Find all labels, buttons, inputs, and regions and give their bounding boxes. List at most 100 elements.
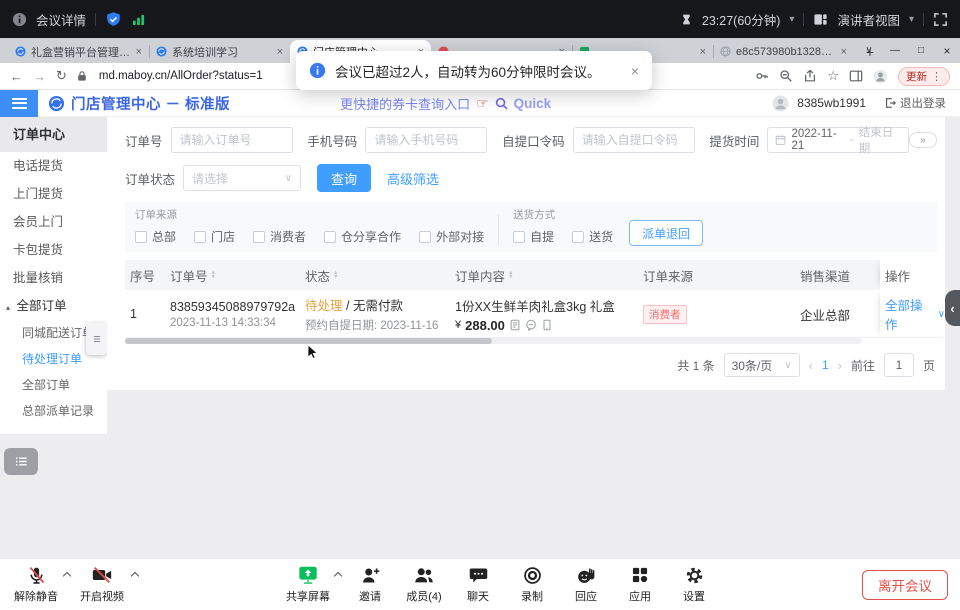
checkbox-source-external[interactable]: 外部对接 [419,228,484,245]
sidebar-item-door-pickup[interactable]: 上门提货 [0,180,107,208]
start-video-button[interactable]: 开启视频 [72,559,132,610]
sidebar-item-card-pickup[interactable]: 卡包提货 [0,236,107,264]
reactions-button[interactable]: 回应 [559,559,613,610]
end-date-placeholder[interactable]: 结束日期 [859,124,901,156]
share-screen-button[interactable]: 共享屏幕 [281,559,335,610]
phone-icon[interactable] [541,319,553,331]
sidebar-item-batch-verify[interactable]: 批量核销 [0,264,107,292]
floating-list-button[interactable] [4,448,38,475]
window-close-icon[interactable]: × [934,44,960,58]
chat-button[interactable]: 聊天 [451,559,505,610]
horizontal-scrollbar[interactable] [125,338,862,344]
hamburger-menu-icon[interactable] [0,90,38,117]
col-status[interactable]: 状态 ▲▼ [300,266,450,285]
chrome-update-button[interactable]: 更新 ⋮ [898,67,950,86]
tab-close-icon[interactable]: × [277,46,283,58]
apps-button[interactable]: 应用 [613,559,667,610]
date-range-picker[interactable]: 2022-11-21 - 结束日期 [767,127,909,153]
checkbox-icon[interactable] [419,231,431,243]
right-edge-panel-handle[interactable]: ‹ [945,290,960,326]
bookmark-star-icon[interactable]: ☆ [827,68,839,84]
goto-page-input[interactable] [884,353,914,377]
sidebar-item-member-visit[interactable]: 会员上门 [0,208,107,236]
meeting-details-label[interactable]: 会议详情 [36,10,86,29]
side-panel-icon[interactable] [849,69,863,83]
prev-page-icon[interactable]: ‹ [809,358,813,373]
members-button[interactable]: 成员(4) [397,559,451,610]
advanced-filter-link[interactable]: 高级筛选 [387,169,439,188]
tab-close-icon[interactable]: × [841,46,847,58]
record-button[interactable]: 录制 [505,559,559,610]
checkbox-icon[interactable] [572,231,584,243]
share-options-caret-icon[interactable] [334,572,342,580]
sidebar-item-phone-pickup[interactable]: 电话提货 [0,152,107,180]
settings-button[interactable]: 设置 [667,559,721,610]
sidebar-item-all-orders[interactable]: 全部订单 [0,372,107,398]
page-size-select[interactable]: 30条/页 ∨ [724,353,800,377]
receipt-icon[interactable] [509,319,521,331]
toast-close-icon[interactable]: × [631,63,639,79]
checkbox-source-store[interactable]: 门店 [194,228,235,245]
checkbox-icon[interactable] [194,231,206,243]
logout-button[interactable]: 退出登录 [884,95,946,111]
checkbox-icon[interactable] [253,231,265,243]
sort-icon[interactable]: ▲▼ [333,271,338,280]
mic-options-caret-icon[interactable] [63,572,71,580]
col-order-no[interactable]: 订单号 ▲▼ [165,266,300,285]
fullscreen-icon[interactable] [933,12,948,27]
checkbox-icon[interactable] [135,231,147,243]
network-signal-icon[interactable] [131,12,146,27]
forward-icon[interactable]: → [33,69,46,84]
zoom-icon[interactable] [779,69,793,83]
quick-search-icon[interactable] [495,97,508,110]
sidebar-item-hq-dispatch-records[interactable]: 总部派单记录 [0,398,107,424]
checkbox-icon[interactable] [513,231,525,243]
collapse-filters-button[interactable]: » [909,132,937,148]
quick-label[interactable]: Quick [514,96,552,111]
leave-meeting-button[interactable]: 离开会议 [862,570,948,600]
tab-search-caret-icon[interactable]: ∨ [856,45,882,56]
checkbox-source-warehouse-coop[interactable]: 仓分享合作 [324,228,401,245]
dispatch-return-button[interactable]: 派单退回 [629,220,703,246]
checkbox-delivery-deliver[interactable]: 送货 [572,228,613,245]
invite-button[interactable]: 邀请 [343,559,397,610]
pickup-code-input[interactable] [573,127,695,153]
window-maximize-icon[interactable]: □ [908,45,934,56]
message-icon[interactable] [525,319,537,331]
checkbox-source-hq[interactable]: 总部 [135,228,176,245]
view-mode-label[interactable]: 演讲者视图 [837,10,900,29]
sidebar-group-all-orders[interactable]: ▴ 全部订单 [0,292,107,320]
phone-input[interactable] [365,127,487,153]
back-icon[interactable]: ← [10,69,23,84]
checkbox-delivery-self-pickup[interactable]: 自提 [513,228,554,245]
more-menu-icon[interactable]: ⋮ [931,70,942,83]
promo-text[interactable]: 更快捷的券卡查询入口 [340,94,470,113]
meeting-info-icon[interactable] [12,12,27,27]
tab-close-icon[interactable]: × [700,46,706,58]
browser-tab-2[interactable]: 系统培训学习 × [149,40,290,63]
security-shield-icon[interactable] [105,11,122,28]
sidebar-drag-handle[interactable] [86,323,107,355]
browser-tab-1[interactable]: 礼盒营销平台管理中心 × [8,40,149,63]
next-page-icon[interactable]: › [838,358,842,373]
share-icon[interactable] [803,69,817,83]
order-no-input[interactable] [171,127,293,153]
start-date-value[interactable]: 2022-11-21 [791,128,844,152]
order-number[interactable]: 83859345088979792a [170,300,300,314]
search-button[interactable]: 查询 [317,164,371,192]
unmute-button[interactable]: 解除静音 [8,559,64,610]
promo-link[interactable]: 更快捷的券卡查询入口 ☞ Quick [340,94,551,113]
profile-avatar-icon[interactable] [873,69,888,84]
video-options-caret-icon[interactable] [131,572,139,580]
col-content[interactable]: 订单内容 ▲▼ [450,266,638,285]
order-status-select[interactable]: 请选择 ∨ [183,165,301,191]
sort-icon[interactable]: ▲▼ [508,271,513,280]
user-avatar[interactable] [772,95,789,112]
window-minimize-icon[interactable]: — [882,45,908,56]
checkbox-source-consumer[interactable]: 消费者 [253,228,306,245]
current-page[interactable]: 1 [822,358,829,372]
password-key-icon[interactable] [755,69,769,83]
browser-tab-6[interactable]: e8c573980b1328a258fd2e6 × [713,40,854,63]
all-actions-dropdown[interactable]: 全部操作 ∨ [885,295,945,333]
tab-close-icon[interactable]: × [136,46,142,58]
